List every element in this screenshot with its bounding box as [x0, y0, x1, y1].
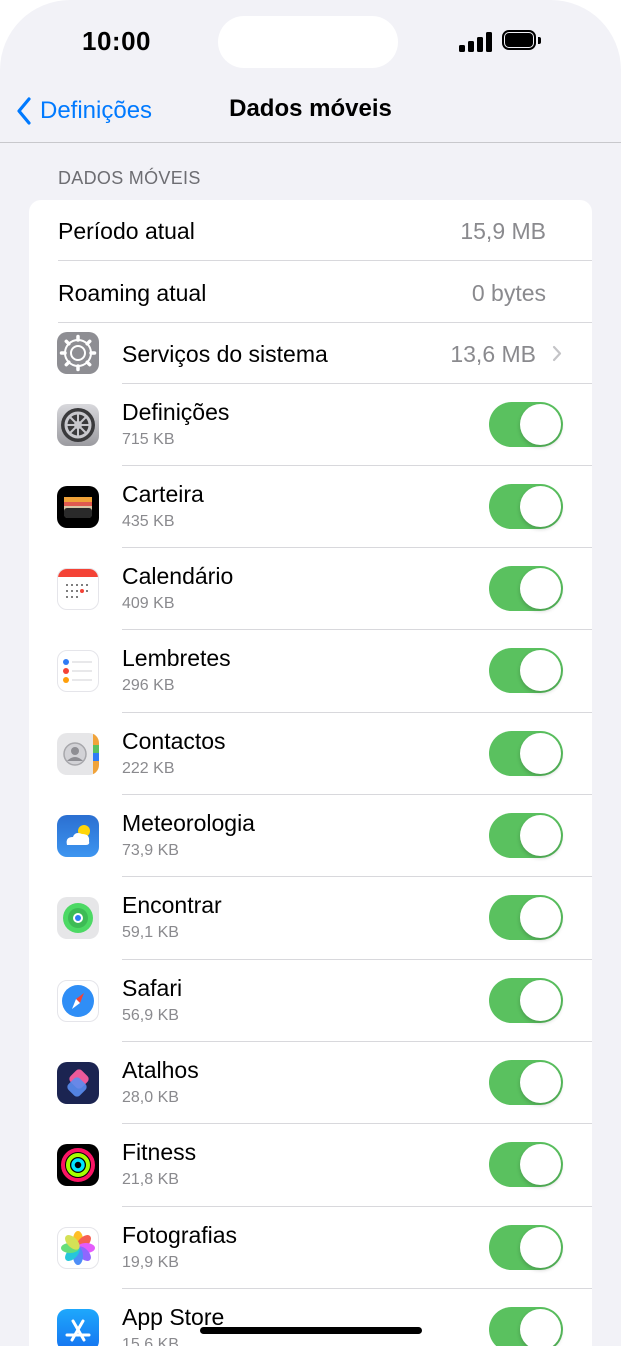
signal-icon [459, 32, 493, 52]
app-name: Safari [122, 975, 183, 1001]
photos-icon [57, 1227, 99, 1269]
status-time: 10:00 [82, 26, 151, 56]
current-roaming-row: Roaming atual 0 bytes [29, 261, 592, 323]
app-name: Fotografias [122, 1222, 238, 1248]
app-size: 296 KB [122, 677, 175, 694]
cellular-toggle-wallet[interactable] [489, 484, 563, 529]
page-title: Dados móveis [229, 95, 392, 122]
wallet-icon [57, 486, 99, 528]
system-services-label: Serviços do sistema [122, 341, 328, 367]
current-period-label: Período atual [58, 218, 195, 244]
app-size: 409 KB [122, 595, 175, 612]
app-row-safari: Safari 56,9 KB [29, 960, 592, 1042]
app-row-weather: Meteorologia 73,9 KB [29, 795, 592, 877]
cellular-toggle-fitness[interactable] [489, 1142, 563, 1187]
app-size: 15,6 KB [122, 1336, 179, 1346]
app-row-find-my: Encontrar 59,1 KB [29, 877, 592, 960]
app-size: 715 KB [122, 431, 175, 448]
cellular-toggle-photos[interactable] [489, 1225, 563, 1270]
cellular-data-list: Período atual 15,9 MB Roaming atual 0 by… [29, 200, 592, 1346]
system-services-gear-icon [57, 332, 99, 374]
app-name: Contactos [122, 728, 226, 754]
app-row-fitness: Fitness 21,8 KB [29, 1124, 592, 1207]
system-services-row[interactable]: Serviços do sistema 13,6 MB [29, 323, 592, 384]
app-row-settings: Definições 715 KB [29, 384, 592, 466]
app-name: Meteorologia [122, 810, 255, 836]
app-name: Lembretes [122, 645, 231, 671]
shortcuts-icon [57, 1062, 99, 1104]
contacts-icon [57, 733, 99, 775]
find-my-icon [57, 897, 99, 939]
app-size: 435 KB [122, 513, 175, 530]
app-name: Definições [122, 399, 230, 425]
fitness-icon [57, 1144, 99, 1186]
calendar-icon [57, 568, 99, 610]
battery-icon [502, 30, 541, 52]
cellular-toggle-shortcuts[interactable] [489, 1060, 563, 1105]
app-size: 56,9 KB [122, 1007, 179, 1024]
cellular-toggle-contacts[interactable] [489, 731, 563, 776]
navigation-bar: Definições Dados móveis [0, 80, 621, 143]
current-period-value: 15,9 MB [460, 218, 546, 244]
cellular-toggle-weather[interactable] [489, 813, 563, 858]
app-size: 28,0 KB [122, 1089, 179, 1106]
app-size: 21,8 KB [122, 1171, 179, 1188]
app-row-photos: Fotografias 19,9 KB [29, 1207, 592, 1289]
app-size: 59,1 KB [122, 924, 179, 941]
cellular-toggle-settings[interactable] [489, 402, 563, 447]
app-row-app-store: App Store 15,6 KB [29, 1289, 592, 1346]
app-size: 73,9 KB [122, 842, 179, 859]
app-store-icon [57, 1309, 99, 1346]
app-row-contacts: Contactos 222 KB [29, 713, 592, 795]
app-row-wallet: Carteira 435 KB [29, 466, 592, 548]
app-row-shortcuts: Atalhos 28,0 KB [29, 1042, 592, 1124]
phone-screen: 10:00 Definições Dados móveis DADOS MÓVE… [0, 0, 621, 1346]
weather-icon [57, 815, 99, 857]
reminders-icon [57, 650, 99, 692]
cellular-toggle-find-my[interactable] [489, 895, 563, 940]
app-name: Fitness [122, 1139, 197, 1165]
current-roaming-label: Roaming atual [58, 280, 207, 306]
current-period-row: Período atual 15,9 MB [29, 200, 592, 261]
app-name: Atalhos [122, 1057, 199, 1083]
chevron-right-icon [552, 345, 562, 362]
app-size: 19,9 KB [122, 1254, 179, 1271]
app-name: Carteira [122, 481, 204, 507]
settings-icon [57, 404, 99, 446]
system-services-value: 13,6 MB [450, 341, 536, 367]
app-row-calendar: Calendário 409 KB [29, 548, 592, 630]
safari-icon [57, 980, 99, 1022]
current-roaming-value: 0 bytes [471, 280, 546, 306]
app-name: Calendário [122, 563, 234, 589]
status-bar: 10:00 [0, 0, 621, 80]
dynamic-island [218, 16, 398, 68]
cellular-toggle-app-store[interactable] [489, 1307, 563, 1346]
cellular-toggle-safari[interactable] [489, 978, 563, 1023]
home-indicator[interactable] [200, 1327, 422, 1334]
cellular-toggle-reminders[interactable] [489, 648, 563, 693]
app-size: 222 KB [122, 760, 175, 777]
app-name: Encontrar [122, 892, 222, 918]
app-row-reminders: Lembretes 296 KB [29, 630, 592, 713]
cellular-toggle-calendar[interactable] [489, 566, 563, 611]
section-header: DADOS MÓVEIS [58, 168, 201, 188]
